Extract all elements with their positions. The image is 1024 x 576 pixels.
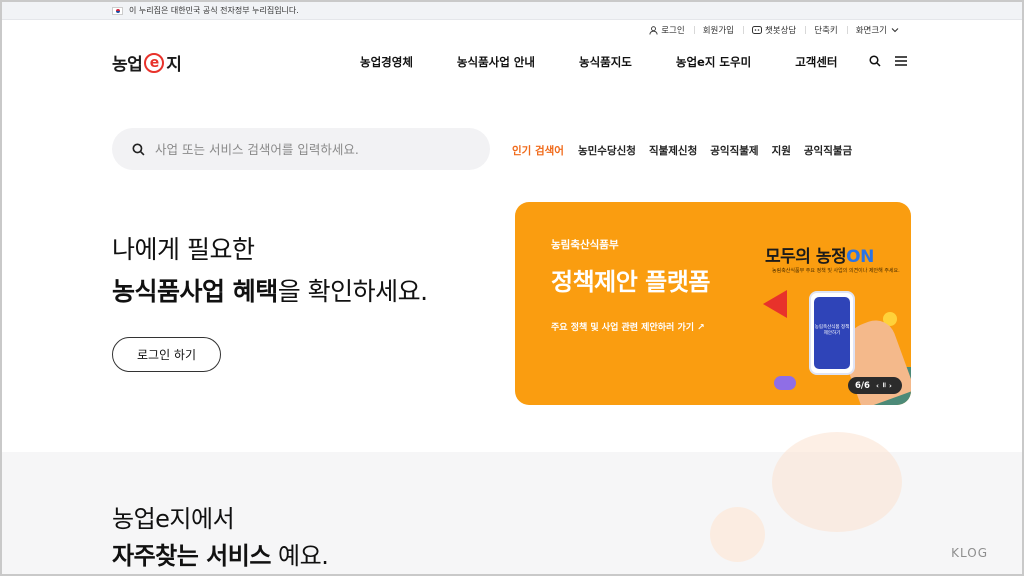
banner-ad-subtitle: 농림축산식품부 주요 정책 및 사업의 의견이나 제안해 주세요. bbox=[772, 268, 900, 274]
slide-controls: ‹ ॥ › bbox=[876, 381, 892, 390]
menu-button[interactable] bbox=[894, 54, 908, 68]
chatbot-link[interactable]: 챗봇상담 bbox=[742, 24, 805, 36]
shortcut-link[interactable]: 단축키 bbox=[805, 24, 846, 36]
slide-counter: 6/6 ‹ ॥ › bbox=[848, 377, 902, 394]
chatbot-link-label: 챗봇상담 bbox=[764, 26, 797, 36]
gov-banner: 이 누리집은 대한민국 공식 전자정부 누리집입니다. bbox=[2, 2, 1022, 20]
banner-ad-title-on: ON bbox=[846, 247, 874, 267]
phone-screen: 농림축산식품 정책 제안하기 bbox=[814, 297, 850, 369]
section-title-line-2: 자주찾는 서비스 예요. bbox=[112, 536, 329, 571]
hamburger-menu-icon bbox=[895, 56, 907, 66]
popular-keywords: 인기 검색어 농민수당신청 직불제신청 공익직불제 지원 공익직불금 bbox=[512, 143, 865, 158]
megaphone-icon bbox=[763, 290, 787, 318]
popular-keyword[interactable]: 공익직불제 bbox=[710, 143, 758, 158]
gov-banner-text: 이 누리집은 대한민국 공식 전자정부 누리집입니다. bbox=[129, 6, 299, 15]
prev-slide-icon[interactable]: ‹ bbox=[876, 382, 879, 390]
search-input[interactable] bbox=[155, 141, 455, 157]
utility-nav: 로그인 회원가입 챗봇상담 단축키 화면크기 bbox=[640, 24, 908, 36]
site-logo[interactable]: 농업 e 지 bbox=[112, 50, 182, 75]
login-button[interactable]: 로그인 하기 bbox=[112, 337, 221, 372]
screen-size-label: 화면크기 bbox=[855, 26, 887, 36]
section-title-highlight: 자주찾는 서비스 bbox=[112, 542, 271, 570]
banner-link[interactable]: 주요 정책 및 사업 관련 제안하러 가기 ↗ bbox=[551, 320, 705, 333]
login-link[interactable]: 로그인 bbox=[640, 24, 693, 36]
phone-text: 농림축산식품 정책 제안하기 bbox=[814, 325, 850, 336]
chevron-down-icon bbox=[891, 28, 899, 33]
logo-text-2: 지 bbox=[166, 55, 182, 75]
speech-bubble-icon bbox=[774, 376, 796, 390]
hero-highlight: 농식품사업 혜택 bbox=[112, 277, 278, 306]
signup-link[interactable]: 회원가입 bbox=[693, 24, 743, 36]
search-button[interactable] bbox=[868, 54, 882, 68]
hero-line-2: 농식품사업 혜택을 확인하세요. bbox=[112, 272, 428, 308]
search-icon bbox=[869, 55, 881, 67]
banner-ad-title: 모두의 농정ON bbox=[765, 242, 874, 267]
main-nav: 농업경영체 농식품사업 안내 농식품지도 농업e지 도우미 고객센터 bbox=[360, 54, 838, 70]
search-icon bbox=[132, 142, 145, 155]
decorative-circle bbox=[772, 432, 902, 532]
next-slide-icon[interactable]: › bbox=[889, 382, 892, 390]
banner-org: 농림축산식품부 bbox=[551, 239, 619, 251]
screen-size-dropdown[interactable]: 화면크기 bbox=[846, 24, 908, 36]
pause-icon[interactable]: ॥ bbox=[882, 381, 886, 390]
nav-item-customer-center[interactable]: 고객센터 bbox=[795, 54, 837, 70]
nav-item-helper[interactable]: 농업e지 도우미 bbox=[676, 54, 751, 70]
decorative-circle bbox=[710, 507, 765, 562]
popular-keyword[interactable]: 지원 bbox=[772, 143, 791, 158]
logo-text-1: 농업 bbox=[112, 55, 143, 75]
nav-item-agrifood-programs[interactable]: 농식품사업 안내 bbox=[457, 54, 535, 70]
logo-e-mark: e bbox=[144, 52, 165, 73]
hero-line-1: 나에게 필요한 bbox=[112, 235, 255, 264]
shortcut-link-label: 단축키 bbox=[814, 26, 838, 36]
korea-flag-icon bbox=[112, 6, 123, 15]
banner-title: 정책제안 플랫폼 bbox=[551, 268, 710, 296]
header-icons bbox=[856, 54, 908, 68]
popular-keyword[interactable]: 직불제신청 bbox=[649, 143, 697, 158]
login-link-label: 로그인 bbox=[661, 26, 685, 36]
watermark: KLOG bbox=[951, 546, 988, 560]
chatbot-icon bbox=[751, 25, 762, 34]
slide-counter-text: 6/6 bbox=[855, 380, 870, 391]
search-bar bbox=[112, 128, 490, 170]
signup-link-label: 회원가입 bbox=[702, 26, 734, 36]
nav-item-agrifood-map[interactable]: 농식품지도 bbox=[579, 54, 632, 70]
user-icon bbox=[649, 25, 658, 35]
promo-banner[interactable]: 농림축산식품부 정책제안 플랫폼 주요 정책 및 사업 관련 제안하러 가기 ↗… bbox=[515, 202, 911, 405]
nav-item-farm-business[interactable]: 농업경영체 bbox=[360, 54, 413, 70]
phone-illustration: 농림축산식품 정책 제안하기 bbox=[809, 291, 855, 375]
popular-keyword[interactable]: 농민수당신청 bbox=[578, 143, 636, 158]
section-title-rest: 예요. bbox=[270, 542, 329, 570]
popular-keyword[interactable]: 공익직불금 bbox=[804, 143, 852, 158]
hero-line-2-rest: 을 확인하세요. bbox=[277, 277, 428, 306]
page-frame: 이 누리집은 대한민국 공식 전자정부 누리집입니다. 로그인 회원가입 챗봇상… bbox=[0, 0, 1024, 576]
banner-ad-title-main: 모두의 농정 bbox=[765, 247, 847, 267]
section-title-line-1: 농업e지에서 bbox=[112, 505, 235, 533]
popular-keywords-label: 인기 검색어 bbox=[512, 145, 564, 157]
